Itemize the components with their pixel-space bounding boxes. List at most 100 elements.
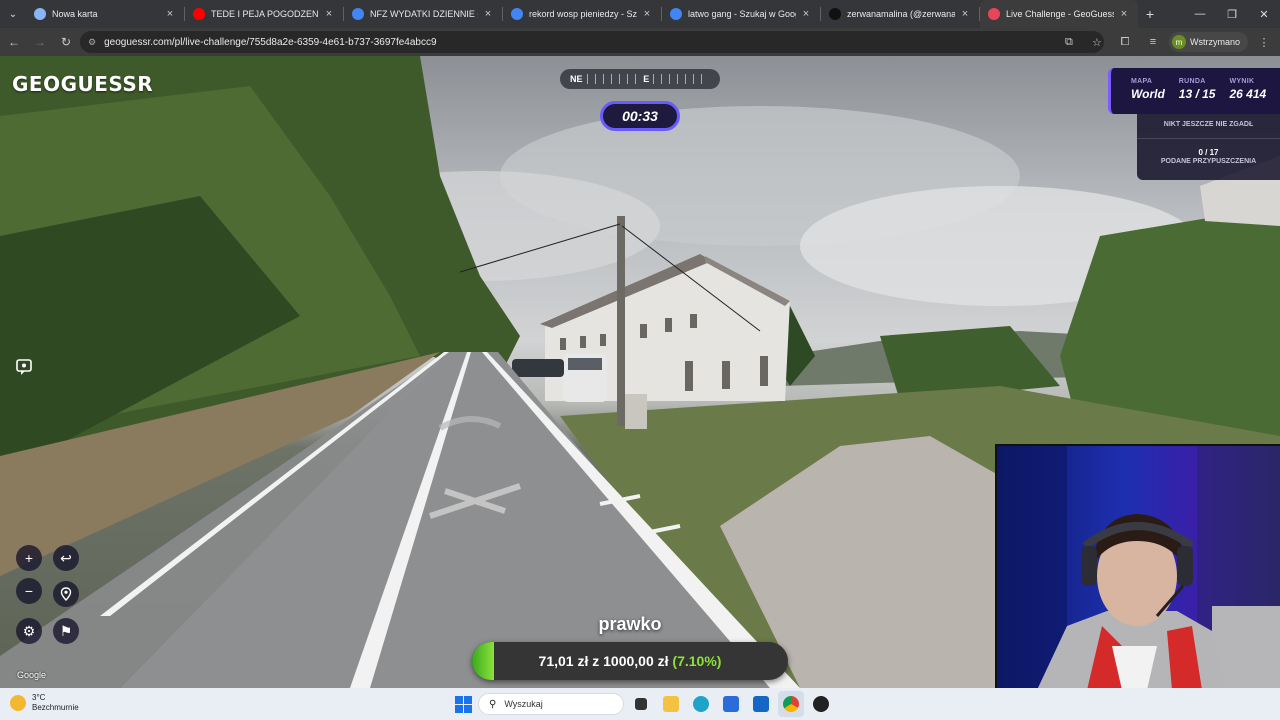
flag-icon: ⚑ bbox=[59, 622, 73, 639]
browser-tab[interactable]: Nowa karta × bbox=[26, 0, 184, 28]
maximize-icon[interactable]: ❐ bbox=[1216, 0, 1248, 28]
browser-menu-icon[interactable]: ⋮ bbox=[1252, 30, 1276, 54]
map-value: World bbox=[1131, 87, 1165, 101]
tab-title: Nowa karta bbox=[52, 9, 98, 19]
score-value: 26 414 bbox=[1229, 87, 1267, 101]
new-tab-button[interactable]: + bbox=[1138, 0, 1162, 28]
obs-icon[interactable] bbox=[808, 691, 834, 717]
google-icon bbox=[352, 8, 364, 20]
report-location-icon[interactable] bbox=[11, 354, 37, 380]
extensions-icon[interactable]: ⧠ bbox=[1113, 30, 1137, 54]
round-timer: 00:33 bbox=[600, 101, 680, 131]
bookmark-star-icon[interactable]: ☆ bbox=[1085, 30, 1109, 54]
close-tab-icon[interactable]: × bbox=[164, 8, 176, 20]
reading-list-icon[interactable]: ≡ bbox=[1141, 30, 1165, 54]
profile-button[interactable]: m Wstrzymano bbox=[1168, 32, 1248, 52]
outlook-icon[interactable] bbox=[748, 691, 774, 717]
guesses-label: PODANE PRZYPUSZCZENIA bbox=[1160, 158, 1257, 165]
settings-button[interactable]: ⚙ bbox=[16, 618, 42, 644]
donation-progress-fill bbox=[472, 642, 495, 680]
browser-tab[interactable]: NFZ WYDATKI DZIENNIE - Szuk × bbox=[344, 0, 502, 28]
round-value: 13 / 15 bbox=[1178, 87, 1216, 101]
taskbar-center: ⚲ Wyszukaj bbox=[452, 691, 834, 717]
score-info: WYNIK 26 414 bbox=[1229, 78, 1266, 114]
avatar: m bbox=[1171, 35, 1186, 49]
game-info-panel: MAPA World RUNDA 13 / 15 WYNIK 26 414 bbox=[1108, 68, 1280, 114]
close-tab-icon[interactable]: × bbox=[1118, 8, 1130, 20]
close-tab-icon[interactable]: × bbox=[959, 8, 971, 20]
close-tab-icon[interactable]: × bbox=[482, 8, 494, 20]
compass-ne-label: NE bbox=[570, 74, 583, 84]
close-tab-icon[interactable]: × bbox=[641, 8, 653, 20]
donation-percent: (7.10%) bbox=[672, 653, 722, 669]
weather-temperature: 3°C bbox=[32, 693, 46, 702]
forward-button[interactable]: → bbox=[28, 30, 52, 54]
weather-description: Bezchmurnie bbox=[32, 703, 79, 712]
windows-start-icon[interactable] bbox=[452, 693, 474, 715]
chrome-icon[interactable] bbox=[778, 691, 804, 717]
close-tab-icon[interactable]: × bbox=[800, 8, 812, 20]
tab-title: zerwanamalina (@zerwanamali bbox=[847, 9, 955, 19]
score-label: WYNIK bbox=[1229, 78, 1255, 85]
donation-goal-name: prawko bbox=[598, 614, 662, 634]
close-tab-icon[interactable]: × bbox=[323, 8, 335, 20]
window-controls: — ❐ ✕ bbox=[1184, 0, 1280, 28]
compass-ticks-right bbox=[653, 74, 706, 84]
compass-ticks bbox=[586, 74, 640, 84]
browser-toolbar: ← → ↻ ⚙ geoguessr.com/pl/live-challenge/… bbox=[0, 28, 1280, 56]
google-watermark: Google bbox=[17, 670, 47, 680]
undo-move-button[interactable]: ↩ bbox=[53, 545, 79, 571]
browser-tabstrip: ⌄ Nowa karta×TEDE I PEJA POGODZENI? ŁATW… bbox=[0, 0, 1280, 28]
browser-tab[interactable]: zerwanamalina (@zerwanamali × bbox=[821, 0, 979, 28]
map-info: MAPA World bbox=[1131, 78, 1165, 114]
gear-icon: ⚙ bbox=[22, 622, 36, 639]
address-bar[interactable]: ⚙ geoguessr.com/pl/live-challenge/755d8a… bbox=[80, 31, 1104, 53]
zoom-out-button[interactable]: − bbox=[16, 578, 42, 604]
tab-title: NFZ WYDATKI DZIENNIE - Szuk bbox=[370, 9, 478, 19]
geoguessr-icon bbox=[988, 8, 1000, 20]
geoguessr-logo[interactable]: GEOGUESSR bbox=[12, 72, 153, 96]
guesses-count: 0 / 17 bbox=[1198, 148, 1219, 157]
checkpoint-button[interactable]: ⚑ bbox=[53, 618, 79, 644]
nobody-guessed-text: NIKT JESZCZE NIE ZGADŁ bbox=[1163, 121, 1254, 128]
donation-goal: 1000,00 zł bbox=[603, 653, 669, 669]
taskbar-search[interactable]: ⚲ Wyszukaj bbox=[478, 693, 624, 715]
store-icon[interactable] bbox=[718, 691, 744, 717]
moon-weather-icon bbox=[10, 695, 26, 711]
pin-icon bbox=[60, 587, 72, 601]
site-info-icon[interactable]: ⚙ bbox=[88, 37, 96, 48]
edge-icon[interactable] bbox=[688, 691, 714, 717]
browser-tab[interactable]: latwo gang - Szukaj w Google × bbox=[662, 0, 820, 28]
panel-divider bbox=[1137, 138, 1280, 139]
back-button[interactable]: ← bbox=[2, 30, 26, 54]
tab-search-icon[interactable]: ⌄ bbox=[0, 0, 26, 28]
logo-text: GEOGUESSR bbox=[12, 72, 154, 96]
zoom-in-button[interactable]: + bbox=[16, 545, 42, 571]
tab-title: rekord wosp pieniedzy - Szukaj bbox=[529, 9, 637, 19]
map-label: MAPA bbox=[1131, 78, 1153, 85]
browser-tab[interactable]: rekord wosp pieniedzy - Szukaj × bbox=[503, 0, 661, 28]
return-to-start-button[interactable] bbox=[53, 581, 79, 607]
donation-connector: z bbox=[592, 653, 600, 669]
donation-raised: 71,01 zł bbox=[538, 653, 589, 669]
search-icon: ⚲ bbox=[489, 698, 497, 710]
donation-progress-text: 71,01 zł z 1000,00 zł (7.10%) bbox=[539, 653, 722, 669]
browser-tab[interactable]: TEDE I PEJA POGODZENI? ŁATW × bbox=[185, 0, 343, 28]
reload-button[interactable]: ↻ bbox=[54, 30, 78, 54]
install-app-icon[interactable]: ⧉ bbox=[1057, 30, 1081, 54]
file-explorer-icon[interactable] bbox=[658, 691, 684, 717]
task-view-icon[interactable] bbox=[628, 691, 654, 717]
close-window-icon[interactable]: ✕ bbox=[1248, 0, 1280, 28]
browser-tab[interactable]: Live Challenge - GeoGuessr × bbox=[980, 0, 1138, 28]
google-icon bbox=[511, 8, 523, 20]
url-text: geoguessr.com/pl/live-challenge/755d8a2e… bbox=[104, 36, 437, 48]
weather-widget[interactable]: 3°C Bezchmurnie bbox=[10, 693, 79, 713]
globe-icon bbox=[34, 8, 46, 20]
webcam-overlay bbox=[995, 444, 1280, 688]
tiktok-icon bbox=[829, 8, 841, 20]
round-info: RUNDA 13 / 15 bbox=[1179, 78, 1216, 114]
tab-title: latwo gang - Szukaj w Google bbox=[688, 9, 796, 19]
round-label: RUNDA bbox=[1178, 78, 1206, 85]
minimize-icon[interactable]: — bbox=[1184, 0, 1216, 28]
taskbar-search-placeholder: Wyszukaj bbox=[504, 699, 543, 709]
